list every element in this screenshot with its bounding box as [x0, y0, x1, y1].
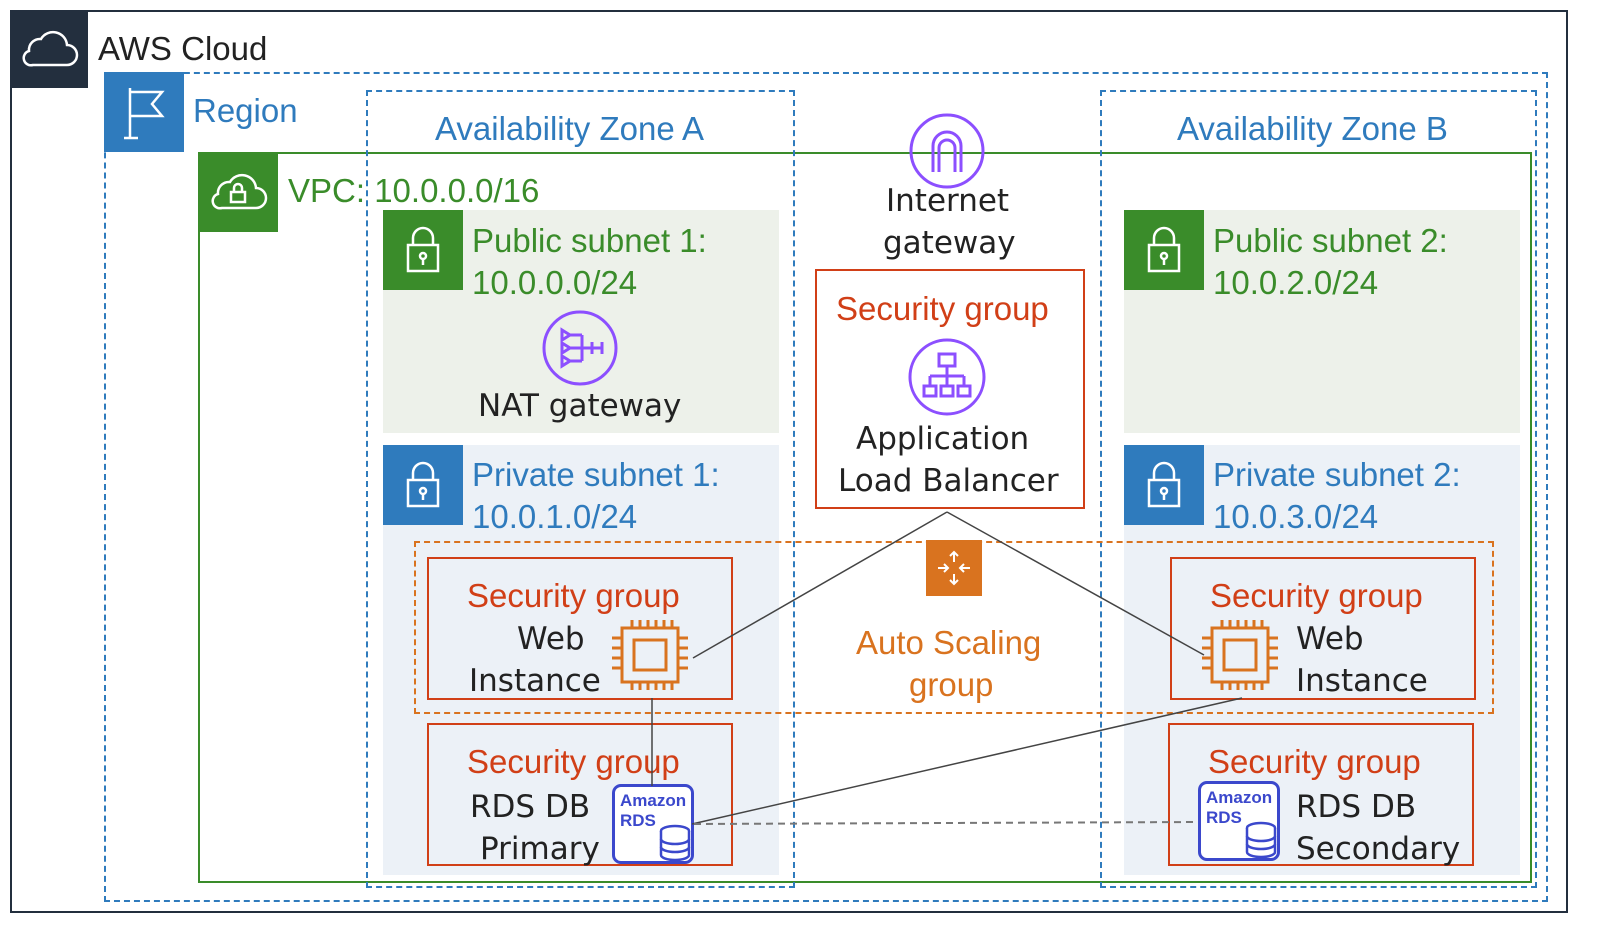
- web-b-label-2: Instance: [1296, 663, 1428, 699]
- cloud-label: AWS Cloud: [98, 30, 268, 67]
- db-a-label-2: Primary: [480, 831, 600, 867]
- vpc-cloud-lock-icon: [198, 152, 278, 232]
- rds-badge-text: Amazon: [620, 791, 687, 810]
- region-label: Region: [193, 92, 298, 129]
- auto-scaling-label-2: group: [909, 666, 994, 703]
- internet-gateway-label: Internet: [886, 183, 1010, 219]
- load-balancer-label-2: Load Balancer: [838, 463, 1059, 499]
- alb-security-group-label: Security group: [836, 290, 1049, 327]
- rds-database-icon: Amazon RDS: [612, 784, 694, 864]
- rds-database-icon: Amazon RDS: [1198, 781, 1280, 861]
- auto-scaling-icon: [926, 540, 982, 596]
- web-a-label-2: Instance: [469, 663, 601, 699]
- ec2-instance-icon: [608, 618, 690, 692]
- internet-gateway-label-2: gateway: [883, 225, 1016, 261]
- nat-gateway-label: NAT gateway: [478, 388, 682, 424]
- rds-badge-text: Amazon: [1206, 788, 1273, 807]
- web-b-label: Web: [1296, 621, 1364, 657]
- ec2-instance-icon: [1198, 618, 1280, 692]
- load-balancer-label: Application: [856, 421, 1030, 457]
- db-b-label-2: Secondary: [1296, 831, 1461, 867]
- load-balancer-icon: [906, 336, 988, 418]
- web-a-label: Web: [517, 621, 585, 657]
- availability-zone-b-label: Availability Zone B: [1177, 110, 1448, 147]
- auto-scaling-label: Auto Scaling: [856, 624, 1042, 661]
- flag-icon: [104, 72, 184, 152]
- availability-zone-a-label: Availability Zone A: [435, 110, 705, 147]
- db-b-security-group-label: Security group: [1208, 743, 1421, 780]
- cloud-icon: [10, 10, 88, 88]
- web-a-security-group-label: Security group: [467, 577, 680, 614]
- rds-badge-text-2: RDS: [1206, 808, 1242, 827]
- db-b-label: RDS DB: [1296, 789, 1417, 825]
- db-a-security-group-label: Security group: [467, 743, 680, 780]
- aws-architecture-diagram: { "cloud": { "label": "AWS Cloud", "icon…: [0, 0, 1612, 942]
- internet-gateway-icon: [908, 112, 986, 190]
- web-b-security-group-label: Security group: [1210, 577, 1423, 614]
- rds-badge-text-2: RDS: [620, 811, 656, 830]
- nat-gateway-icon: [540, 308, 620, 388]
- db-a-label: RDS DB: [470, 789, 591, 825]
